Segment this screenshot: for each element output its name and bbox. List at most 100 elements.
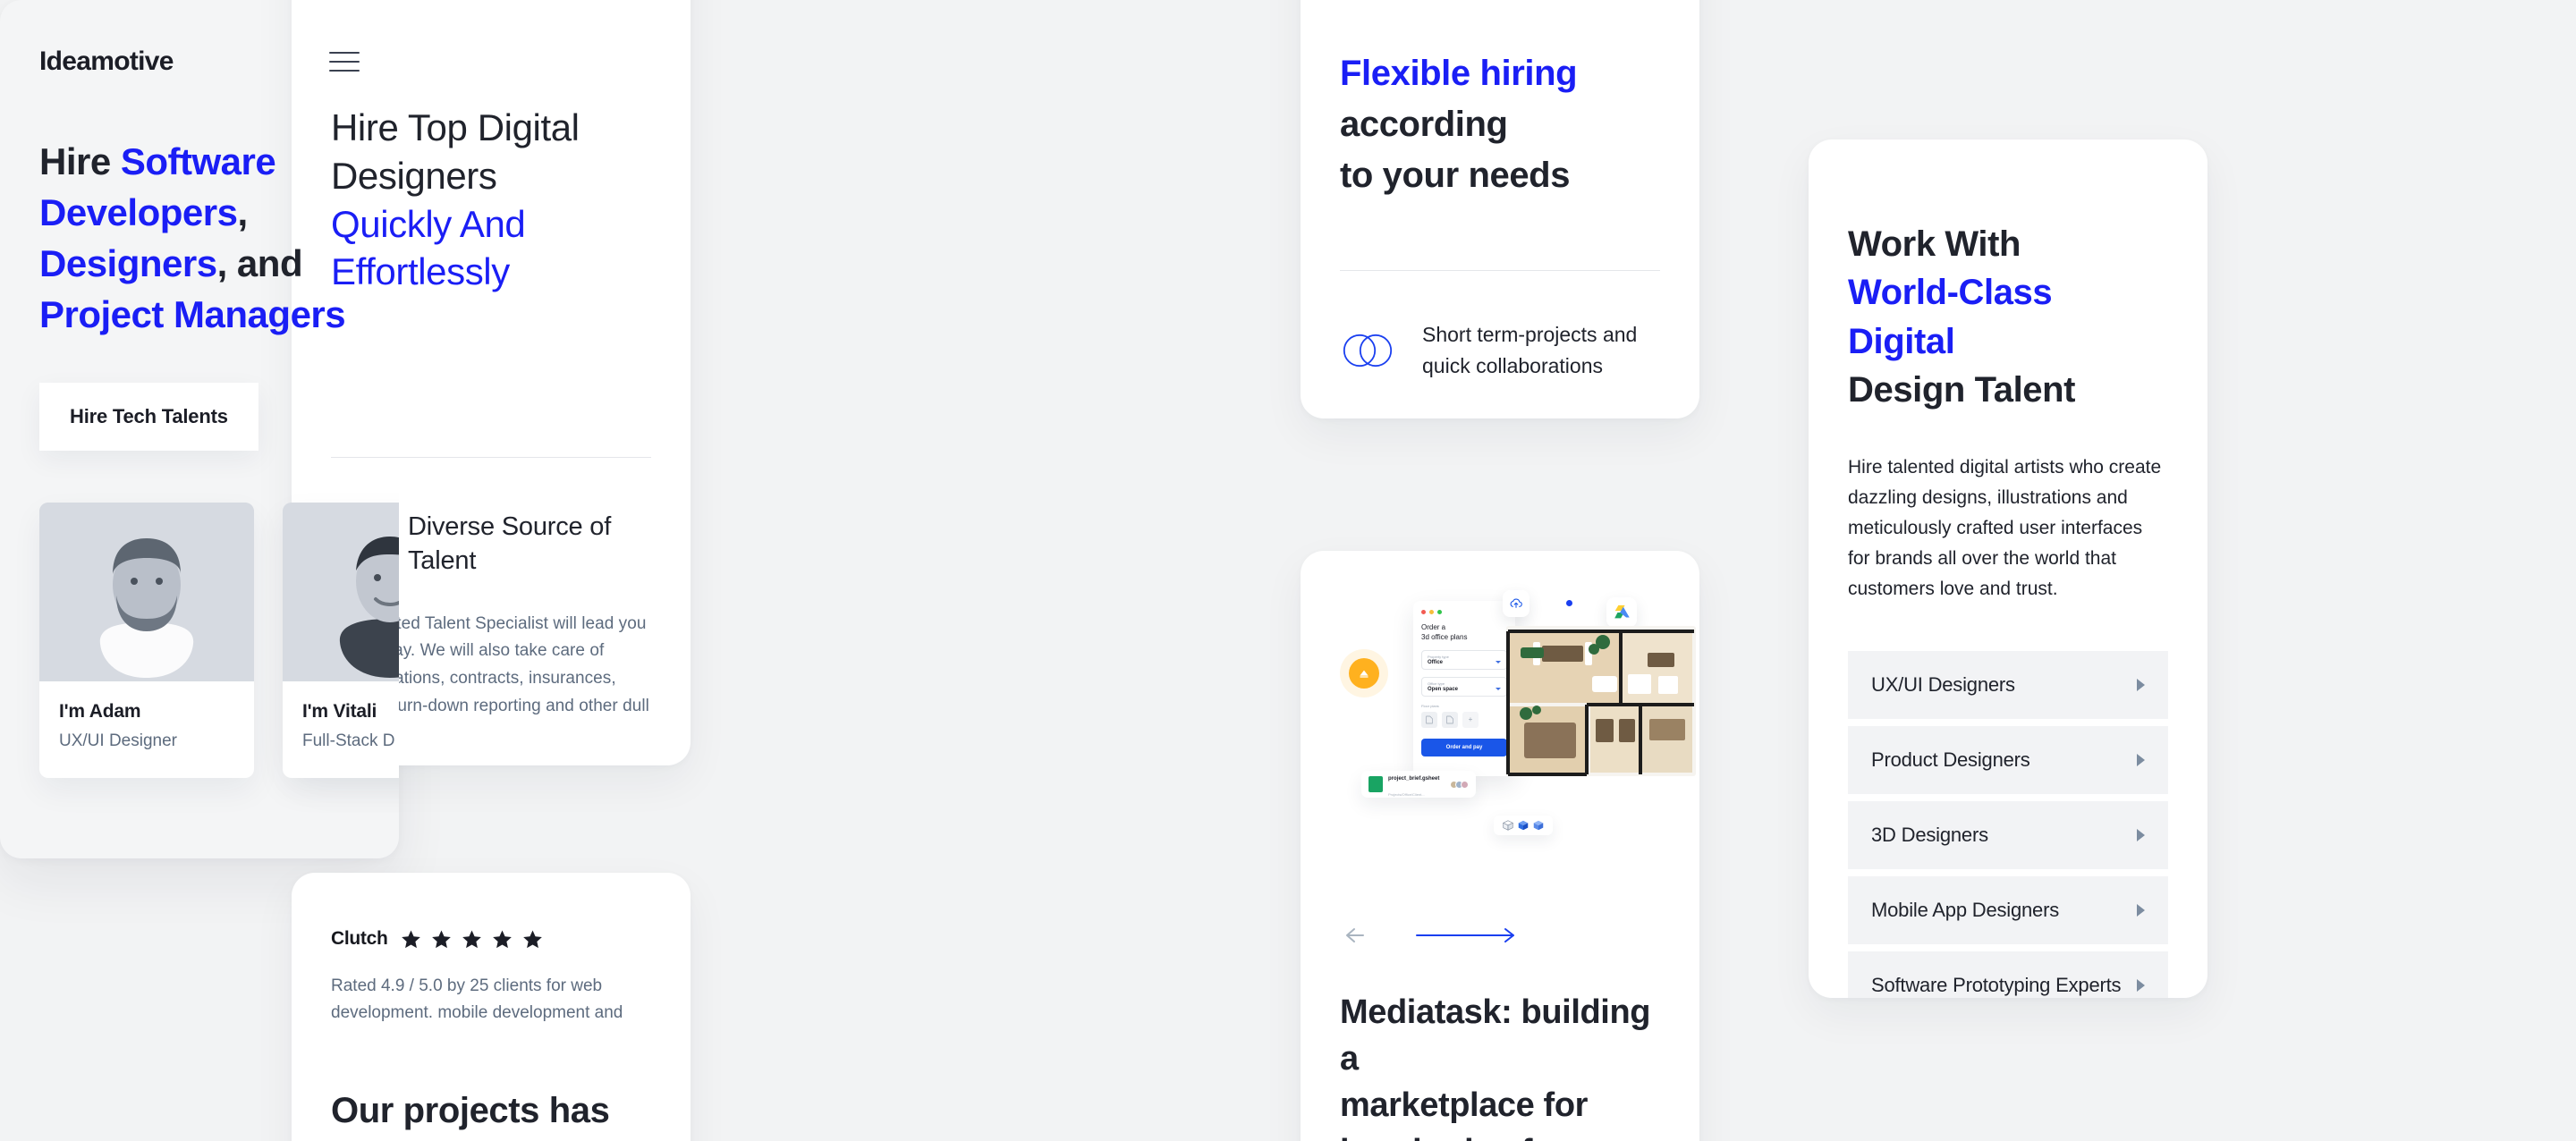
list-item-label: Product Designers bbox=[1871, 748, 2030, 771]
office-type-value: Open space bbox=[1428, 686, 1459, 692]
arrow-left-icon[interactable] bbox=[1340, 926, 1379, 944]
phone-inner: Ideamotive Hire Software Developers, Des… bbox=[0, 0, 399, 858]
divider bbox=[1340, 270, 1660, 272]
order-panel: Order a 3d office plans Property type Of… bbox=[1413, 601, 1515, 776]
phone-title-plain1: Hire bbox=[39, 140, 121, 182]
star-icon bbox=[492, 930, 512, 948]
property-type-label: Property type bbox=[1428, 654, 1449, 659]
3d-cubes-icon bbox=[1494, 816, 1553, 835]
order-and-pay-button[interactable]: Order and pay bbox=[1421, 738, 1507, 756]
talent-card[interactable]: I'm Adam UX/UI Designer bbox=[39, 503, 254, 779]
flexible-title-line3: to your needs bbox=[1340, 155, 1571, 195]
list-item[interactable]: Software Prototyping Experts bbox=[1848, 951, 2168, 998]
list-item-label: Software Prototyping Experts bbox=[1871, 973, 2122, 996]
list-item-label: Mobile App Designers bbox=[1871, 898, 2060, 921]
property-type-select[interactable]: Property type Office bbox=[1421, 649, 1507, 670]
cloud-upload-icon bbox=[1503, 590, 1530, 617]
talent-photo bbox=[283, 503, 399, 682]
hamburger-icon[interactable] bbox=[329, 52, 360, 72]
case-illustration: Order a 3d office plans Property type Of… bbox=[1327, 560, 1696, 917]
talent-name: I'm Vitali bbox=[302, 701, 377, 723]
case-title-line1: Mediatask: building a bbox=[1340, 993, 1651, 1078]
coin-glyph bbox=[1360, 670, 1368, 678]
gsheet-icon bbox=[1368, 776, 1383, 792]
clutch-card: Clutch Rated 4.9 / 5.0 by 25 clients for… bbox=[292, 873, 691, 1141]
order-panel-title: Order a 3d office plans bbox=[1421, 623, 1507, 643]
window-dots bbox=[1421, 610, 1507, 614]
feature-label: Diverse Source of Talent bbox=[408, 512, 612, 576]
floor-plans-label: Floor plans bbox=[1421, 703, 1439, 708]
office-type-label: Office type bbox=[1428, 680, 1445, 686]
work-title-line1: Work With bbox=[1848, 224, 2021, 264]
designer-categories-list: UX/UI Designers Product Designers 3D Des… bbox=[1848, 650, 2168, 998]
recognized-plain: Our projects has been bbox=[331, 1091, 610, 1141]
talent-carousel[interactable]: I'm Adam UX/UI Designer I'm Vitali Full-… bbox=[39, 503, 399, 779]
clutch-rating-row: Clutch bbox=[331, 928, 651, 950]
case-title-line3: hundreds of bbox=[1340, 1133, 1533, 1141]
phone-mock-card: Ideamotive Hire Software Developers, Des… bbox=[0, 0, 399, 858]
flexible-hiring-card: Flexible hiring according to your needs … bbox=[1301, 0, 1699, 418]
phone-hero-title: Hire Software Developers, Designers, and… bbox=[39, 136, 360, 340]
phone-title-accent3: Project Managers bbox=[39, 293, 346, 336]
list-item[interactable]: UX/UI Designers bbox=[1848, 650, 2168, 719]
star-icon bbox=[431, 930, 451, 948]
chevron-right-icon bbox=[2137, 828, 2145, 841]
flexible-title-line2: according bbox=[1340, 104, 1508, 144]
star-icon bbox=[522, 930, 542, 948]
flexible-title: Flexible hiring according to your needs bbox=[1340, 48, 1660, 200]
chevron-right-icon bbox=[2137, 678, 2145, 691]
two-circles-icon bbox=[1343, 334, 1393, 368]
talent-photo bbox=[39, 503, 254, 682]
avatar-stack bbox=[1450, 780, 1469, 789]
talent-meta: I'm Adam UX/UI Designer bbox=[39, 681, 254, 778]
sheet-name: project_brief.gsheet bbox=[1388, 776, 1440, 782]
office-type-select[interactable]: Office type Open space bbox=[1421, 676, 1507, 697]
chevron-right-icon bbox=[2137, 753, 2145, 766]
list-item[interactable]: 3D Designers bbox=[1848, 800, 2168, 869]
floor-plan-render bbox=[1506, 626, 1696, 776]
case-title-line2: marketplace for bbox=[1340, 1086, 1589, 1125]
order-title-line1: Order a bbox=[1421, 623, 1446, 631]
flexible-title-accent: Flexible hiring bbox=[1340, 54, 1578, 93]
list-item[interactable]: Mobile App Designers bbox=[1848, 875, 2168, 944]
file-icon[interactable] bbox=[1421, 711, 1437, 728]
list-item[interactable]: Product Designers bbox=[1848, 725, 2168, 794]
flexible-feature-text: Short term-projects and quick collaborat… bbox=[1422, 319, 1637, 382]
hire-tech-talents-button[interactable]: Hire Tech Talents bbox=[39, 383, 258, 452]
work-title-accent: World-Class Digital bbox=[1848, 273, 2053, 361]
chevron-right-icon bbox=[2137, 903, 2145, 917]
flexible-feature-row: Short term-projects and quick collaborat… bbox=[1340, 319, 1660, 382]
case-navigation bbox=[1340, 926, 1660, 944]
star-rating bbox=[401, 929, 543, 950]
phone-title-accent2: Designers bbox=[39, 242, 217, 285]
floor-plan-files: + bbox=[1421, 711, 1507, 728]
project-brief-file-chip[interactable]: project_brief.gsheet Projects/Office/Cli… bbox=[1361, 771, 1476, 798]
coin-icon bbox=[1349, 658, 1379, 689]
case-title: Mediatask: building a marketplace for hu… bbox=[1340, 989, 1660, 1141]
phone-header: Ideamotive bbox=[39, 0, 360, 77]
talent-role: UX/UI Designer bbox=[59, 731, 177, 751]
talent-name: I'm Adam bbox=[59, 701, 141, 723]
talent-card[interactable]: I'm Vitali Full-Stack D bbox=[283, 503, 399, 779]
blue-dot-accent bbox=[1566, 600, 1572, 606]
google-drive-icon bbox=[1606, 597, 1637, 628]
clutch-rating-text: Rated 4.9 / 5.0 by 25 clients for web de… bbox=[331, 976, 623, 1023]
ideamotive-logo: Ideamotive bbox=[39, 46, 174, 76]
file-icon[interactable] bbox=[1442, 711, 1458, 728]
recognized-heading: Our projects has been recognized by: bbox=[331, 1087, 651, 1141]
chevron-down-icon bbox=[1496, 660, 1501, 663]
list-item-label: UX/UI Designers bbox=[1871, 672, 2015, 696]
case-study-card: Order a 3d office plans Property type Of… bbox=[1301, 551, 1699, 1141]
property-type-value: Office bbox=[1428, 659, 1444, 665]
clutch-brand: Clutch bbox=[331, 928, 388, 949]
arrow-right-icon[interactable] bbox=[1415, 926, 1519, 944]
portrait-vitali bbox=[283, 503, 399, 682]
work-title: Work With World-Class Digital Design Tal… bbox=[1848, 220, 2168, 415]
work-with-card: Work With World-Class Digital Design Tal… bbox=[1809, 139, 2207, 998]
flexible-feature-line1: Short term-projects and bbox=[1422, 323, 1638, 347]
add-file-button[interactable]: + bbox=[1462, 711, 1479, 728]
phone-title-plain3: , and bbox=[216, 242, 303, 285]
list-item-label: 3D Designers bbox=[1871, 823, 1988, 846]
order-title-line2: 3d office plans bbox=[1421, 632, 1468, 641]
chevron-right-icon bbox=[2137, 978, 2145, 992]
